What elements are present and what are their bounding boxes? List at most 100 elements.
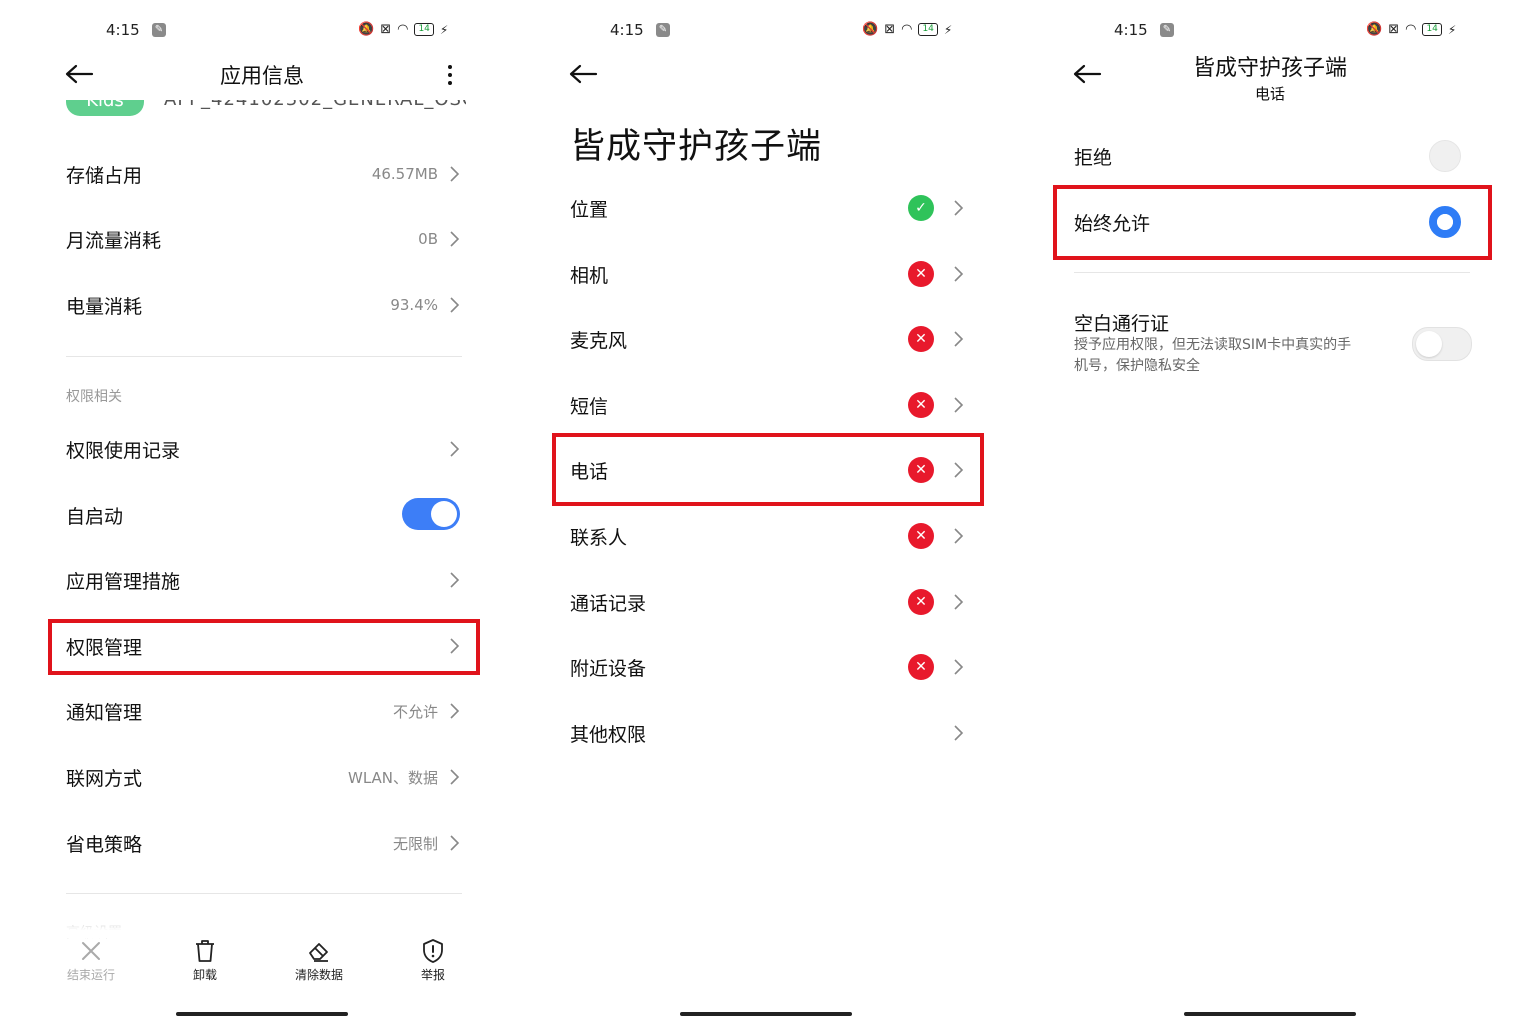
charging-icon: ⚡	[943, 22, 953, 37]
perm-row-other[interactable]: 其他权限	[570, 711, 966, 755]
clear-data-label: 清除数据	[294, 968, 343, 982]
row-label: 其他权限	[570, 723, 647, 746]
row-notifications[interactable]: 通知管理 不允许	[66, 689, 462, 733]
row-value: 46.57MB	[371, 165, 438, 183]
chevron-right-icon	[952, 265, 966, 283]
divider	[1074, 272, 1470, 273]
denied-x-icon: ✕	[908, 589, 934, 615]
battery-icon: 14	[1422, 23, 1442, 36]
divider	[66, 356, 462, 357]
app-header-partial: Kids APP_424102302_GENERAL_OSCOS	[66, 100, 466, 118]
chevron-right-icon	[952, 593, 966, 611]
chevron-right-icon	[952, 658, 966, 676]
home-indicator[interactable]	[176, 1012, 348, 1016]
wrench-icon: ✎	[152, 23, 166, 37]
status-bar: 4:15 ✎ 🔕 ⊠ ◠ 14 ⚡	[1018, 20, 1522, 44]
autostart-toggle[interactable]	[402, 498, 460, 530]
row-data-usage[interactable]: 月流量消耗 0B	[66, 217, 462, 261]
row-value: 93.4%	[390, 296, 438, 314]
status-time: 4:15	[1114, 21, 1148, 39]
desc-line-2: 机号，保护隐私安全	[1074, 358, 1200, 374]
clear-data-button[interactable]: 清除数据	[284, 938, 354, 983]
perm-row-nearby-devices[interactable]: 附近设备 ✕	[570, 645, 966, 689]
row-storage[interactable]: 存储占用 46.57MB	[66, 152, 462, 196]
back-arrow-icon[interactable]	[568, 62, 598, 86]
force-stop-button[interactable]: 结束运行	[56, 938, 126, 983]
chevron-right-icon	[448, 165, 462, 183]
denied-x-icon: ✕	[908, 654, 934, 680]
row-label: 存储占用	[66, 164, 143, 187]
sim-off-icon: ⊠	[380, 22, 392, 37]
chevron-right-icon	[952, 396, 966, 414]
status-icons: 🔕 ⊠ ◠ 14 ⚡	[358, 22, 448, 37]
more-menu-icon[interactable]	[446, 62, 454, 90]
mute-icon: 🔕	[358, 22, 375, 37]
denied-x-icon: ✕	[908, 392, 934, 418]
chevron-right-icon	[448, 440, 462, 458]
perm-row-microphone[interactable]: 麦克风 ✕	[570, 317, 966, 361]
page-title: 应用信息	[220, 64, 304, 88]
blank-pass-description: 授予应用权限，但无法读取SIM卡中真实的手 机号，保护隐私安全	[1074, 335, 1404, 377]
permissions-screen: 4:15 ✎ 🔕 ⊠ ◠ 14 ⚡ 皆成守护孩子端 位置 ✓ 相机 ✕ 麦克风 …	[514, 0, 1018, 1024]
top-bar: 应用信息	[10, 50, 514, 106]
highlight-box	[48, 619, 480, 675]
row-value: 0B	[418, 230, 438, 248]
eraser-icon	[309, 943, 328, 962]
row-power-saving[interactable]: 省电策略 无限制	[66, 821, 462, 865]
top-bar: 皆成守护孩子端 电话	[1018, 50, 1522, 106]
phone-permission-screen: 4:15 ✎ 🔕 ⊠ ◠ 14 ⚡ 皆成守护孩子端 电话 拒绝 始终允许 空白通…	[1018, 0, 1522, 1024]
status-bar: 4:15 ✎ 🔕 ⊠ ◠ 14 ⚡	[10, 20, 514, 44]
row-label: 联系人	[570, 526, 628, 549]
chevron-right-icon	[448, 768, 462, 786]
row-label: 位置	[570, 198, 609, 221]
page-title: 皆成守护孩子端	[1192, 56, 1347, 81]
row-label: 月流量消耗	[66, 229, 162, 252]
perm-row-camera[interactable]: 相机 ✕	[570, 252, 966, 296]
row-label: 联网方式	[66, 767, 143, 790]
home-indicator[interactable]	[1184, 1012, 1356, 1016]
report-button[interactable]: 举报	[398, 938, 468, 983]
perm-row-sms[interactable]: 短信 ✕	[570, 383, 966, 427]
highlight-box	[1053, 185, 1492, 260]
row-battery-usage[interactable]: 电量消耗 93.4%	[66, 283, 462, 327]
chevron-right-icon	[952, 199, 966, 217]
close-icon	[82, 942, 100, 960]
row-label: 通知管理	[66, 701, 143, 724]
top-bar	[514, 50, 1018, 106]
battery-icon: 14	[918, 23, 938, 36]
perm-row-location[interactable]: 位置 ✓	[570, 186, 966, 230]
perm-row-call-log[interactable]: 通话记录 ✕	[570, 580, 966, 624]
home-indicator[interactable]	[680, 1012, 852, 1016]
report-label: 举报	[420, 968, 445, 982]
row-label: 相机	[570, 264, 609, 287]
row-label: 自启动	[66, 505, 124, 528]
row-app-management[interactable]: 应用管理措施	[66, 558, 462, 602]
charging-icon: ⚡	[1447, 22, 1457, 37]
perm-row-contacts[interactable]: 联系人 ✕	[570, 514, 966, 558]
uninstall-button[interactable]: 卸载	[170, 938, 240, 983]
wifi-icon: ◠	[397, 22, 409, 37]
row-permission-history[interactable]: 权限使用记录	[66, 427, 462, 471]
row-network[interactable]: 联网方式 WLAN、数据	[66, 755, 462, 799]
allowed-check-icon: ✓	[908, 195, 934, 221]
chevron-right-icon	[448, 571, 462, 589]
mute-icon: 🔕	[1366, 22, 1383, 37]
denied-x-icon: ✕	[908, 326, 934, 352]
row-label: 应用管理措施	[66, 570, 181, 593]
option-deny[interactable]: 拒绝	[1074, 134, 1470, 178]
uninstall-label: 卸载	[192, 968, 217, 982]
charging-icon: ⚡	[439, 22, 449, 37]
blank-pass-toggle[interactable]	[1412, 327, 1472, 361]
row-label: 权限使用记录	[66, 439, 181, 462]
row-label: 通话记录	[570, 592, 647, 615]
section-label: 权限相关	[66, 389, 122, 405]
deny-radio[interactable]	[1429, 140, 1461, 172]
chevron-right-icon	[952, 724, 966, 742]
sim-off-icon: ⊠	[884, 22, 896, 37]
app-version: APP_424102302_GENERAL_OSCOS	[164, 100, 466, 110]
trash-icon	[196, 940, 214, 962]
chevron-right-icon	[448, 834, 462, 852]
blank-pass-title: 空白通行证	[1074, 312, 1170, 335]
chevron-right-icon	[952, 527, 966, 545]
row-label: 省电策略	[66, 833, 143, 856]
